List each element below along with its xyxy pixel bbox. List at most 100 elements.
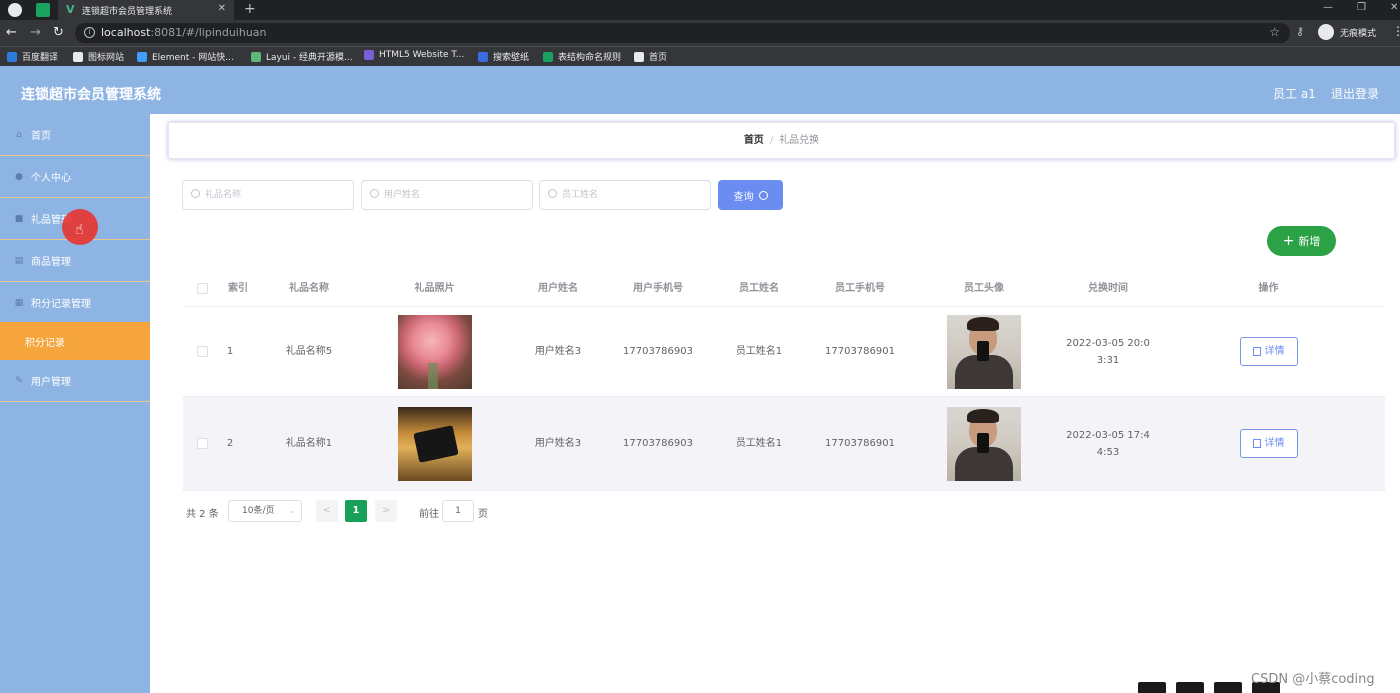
gift-name-search[interactable]	[182, 180, 354, 210]
sidebar-item-users[interactable]: ✎ 用户管理	[0, 360, 150, 402]
staff-avatar[interactable]	[947, 314, 1021, 389]
search-icon	[191, 189, 200, 198]
chevron-down-icon: ⌄	[288, 506, 295, 515]
gift-icon: ■	[14, 213, 24, 224]
new-tab-button[interactable]: +	[244, 1, 256, 17]
bookmark-icon	[251, 51, 261, 62]
breadcrumb-current: 礼品兑换	[779, 135, 820, 146]
column-header: 礼品照片	[414, 283, 455, 294]
bookmark-icon	[543, 51, 553, 62]
add-button[interactable]: + 新增	[1267, 226, 1336, 256]
users-icon: ✎	[15, 375, 23, 386]
page-unit-label: 页	[478, 509, 488, 520]
bookmark-icon	[7, 51, 17, 62]
user-phone-cell: 17703786903	[623, 438, 693, 449]
bookmark-item[interactable]: 表结构命名规则	[543, 50, 621, 63]
gift-photo[interactable]	[397, 406, 472, 481]
bookmark-item[interactable]: 图标网站	[73, 50, 124, 63]
address-bar: ← → ↻ i localhost:8081/#/lipinduihuan ☆ …	[0, 20, 1400, 46]
row-index: 1	[226, 346, 234, 357]
document-icon	[1252, 347, 1261, 356]
staff-name-search[interactable]	[539, 180, 711, 210]
tab-active[interactable]: V 连锁超市会员管理系统 ✕	[58, 0, 234, 20]
watermark: CSDN @小蔡coding	[1251, 672, 1375, 687]
staff-name-input[interactable]	[562, 187, 702, 203]
column-header: 兑换时间	[1088, 283, 1128, 294]
document-icon	[1252, 439, 1261, 448]
vue-icon: V	[66, 3, 75, 16]
detail-button[interactable]: 详情	[1239, 337, 1298, 366]
column-header: 员工姓名	[739, 283, 779, 294]
bookmark-item[interactable]: 百度翻译	[7, 50, 58, 63]
table-header-row: 索引 礼品名称 礼品照片 用户姓名 用户手机号 员工姓名 员工手机号 员工头像 …	[183, 271, 1385, 307]
bookmark-icon	[73, 51, 83, 62]
bookmark-item[interactable]: Element - 网站快...	[137, 50, 234, 63]
info-icon[interactable]: i	[84, 27, 95, 38]
sidebar-subitem-points-record[interactable]: 积分记录	[0, 322, 150, 360]
reload-icon[interactable]: ↻	[53, 25, 64, 40]
sidebar-item-points[interactable]: ▦ 积分记录管理	[0, 282, 150, 324]
row-index: 2	[226, 438, 234, 449]
plus-icon: +	[1282, 233, 1295, 249]
restore-icon[interactable]: ❐	[1357, 2, 1366, 13]
row-checkbox[interactable]	[196, 346, 208, 357]
bookmark-star-icon[interactable]: ☆	[1269, 25, 1280, 39]
incognito-indicator[interactable]: 无痕模式	[1318, 24, 1376, 40]
home-icon: ⌂	[16, 129, 22, 140]
forward-icon[interactable]: →	[30, 25, 41, 40]
search-icon	[758, 190, 768, 200]
bookmark-icon	[364, 50, 374, 60]
select-all-checkbox[interactable]	[196, 283, 208, 294]
app-tab-icon[interactable]	[36, 3, 50, 17]
user-icon: ●	[15, 171, 23, 182]
sidebar: ⌂ 首页 ● 个人中心 ■ 礼品管理 ▤ 商品管理 ▦ 积分记录管理 积分记录 ✎ 用户管理	[0, 114, 150, 693]
query-button[interactable]: 查询	[718, 180, 783, 210]
user-name-cell: 用户姓名3	[534, 346, 582, 357]
table-row[interactable]: 2 礼品名称1 用户姓名3 17703786903 员工姓名1 17703786…	[183, 397, 1385, 491]
column-header: 员工手机号	[835, 283, 885, 294]
search-icon	[370, 189, 379, 198]
bookmark-item[interactable]: 搜索壁纸	[478, 50, 529, 63]
tab-title: 连锁超市会员管理系统	[82, 6, 173, 17]
incognito-icon	[1318, 24, 1334, 40]
staff-avatar[interactable]	[947, 406, 1021, 481]
user-phone-cell: 17703786903	[623, 346, 693, 357]
page-number-current[interactable]: 1	[345, 500, 367, 522]
row-checkbox[interactable]	[196, 438, 208, 449]
browser-menu-icon[interactable]: ⋮	[1392, 24, 1400, 38]
sidebar-item-profile[interactable]: ● 个人中心	[0, 156, 150, 198]
url-input[interactable]: i localhost:8081/#/lipinduihuan ☆	[75, 23, 1290, 43]
column-header: 索引	[228, 283, 248, 294]
detail-button[interactable]: 详情	[1239, 429, 1298, 458]
browser-tab-bar: V 连锁超市会员管理系统 ✕ + — ❐ ✕	[0, 0, 1400, 20]
bookmark-item[interactable]: Layui - 经典开源模...	[251, 50, 353, 63]
goto-page-input[interactable]: 1	[442, 500, 474, 522]
user-name-search[interactable]	[361, 180, 533, 210]
back-icon[interactable]: ←	[6, 25, 17, 40]
user-name-input[interactable]	[384, 187, 524, 203]
key-icon[interactable]: ⚷	[1296, 25, 1304, 38]
next-page-button[interactable]: >	[375, 500, 397, 522]
prev-page-button[interactable]: <	[316, 500, 338, 522]
breadcrumb-home[interactable]: 首页	[744, 135, 764, 146]
staff-name-cell: 员工姓名1	[735, 438, 783, 449]
sidebar-item-goods[interactable]: ▤ 商品管理	[0, 240, 150, 282]
sidebar-item-home[interactable]: ⌂ 首页	[0, 114, 150, 156]
window-close-icon[interactable]: ✕	[1390, 2, 1398, 13]
page-size-select[interactable]: 10条/页 ⌄	[228, 500, 302, 522]
column-header: 员工头像	[964, 283, 1004, 294]
gift-name-input[interactable]	[205, 187, 345, 203]
minimize-icon[interactable]: —	[1323, 2, 1333, 13]
staff-phone-cell: 17703786901	[825, 438, 895, 449]
table-row[interactable]: 1 礼品名称5 用户姓名3 17703786903 员工姓名1 17703786…	[183, 307, 1385, 397]
gift-photo[interactable]	[397, 314, 472, 389]
close-icon[interactable]: ✕	[218, 3, 226, 14]
bookmark-item[interactable]: 首页	[634, 50, 667, 63]
search-icon	[548, 189, 557, 198]
hand-cursor-icon: ☝	[75, 222, 84, 238]
logout-link[interactable]: 退出登录	[1331, 85, 1379, 102]
current-user: 员工 a1	[1273, 87, 1316, 101]
column-header: 礼品名称	[289, 283, 329, 294]
bookmark-icon	[634, 51, 644, 62]
bookmark-item[interactable]: HTML5 Website T...	[364, 50, 464, 60]
